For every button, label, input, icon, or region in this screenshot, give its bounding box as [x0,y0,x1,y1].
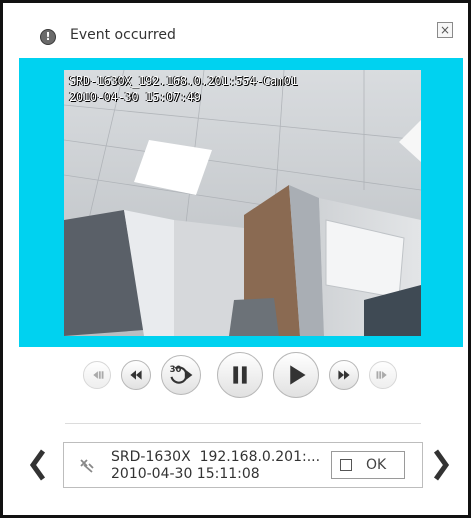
event-time: 2010-04-30 15:11:08 [111,466,260,482]
video-panel: SRD-1630X_192.168.0.201:554-Cam01 2010-0… [19,58,463,347]
fast-forward-icon [338,370,350,380]
chevron-left-icon [29,449,46,481]
ok-button[interactable]: OK [331,451,405,479]
chevron-right-icon [433,449,450,481]
skip-forward-icon [376,371,387,379]
replay-30-icon: 30 [170,365,193,384]
event-device: SRD-1630X [111,449,191,465]
window-title: Event occurred [70,27,176,43]
pause-button[interactable] [217,352,263,398]
ok-label: OK [366,457,387,473]
event-window: ! Event occurred × SRD-1630X_192.168.0.2… [0,0,471,518]
video-frame[interactable]: SRD-1630X_192.168.0.201:554-Cam01 2010-0… [64,70,421,336]
rewind-icon [130,370,142,380]
next-event-button[interactable] [431,447,451,483]
ok-checkbox[interactable] [340,459,352,471]
rewind-button[interactable] [121,360,151,390]
event-device-line: SRD-1630X 192.168.0.201:... [111,449,320,465]
play-button[interactable] [273,352,319,398]
event-item: SRD-1630X 192.168.0.201:... 2010-04-30 1… [63,442,423,488]
skip-back-icon [93,371,104,379]
playback-controls: 30 [3,347,468,405]
divider [65,423,421,424]
event-sensor-icon [80,459,94,473]
title-bar: ! Event occurred × [3,3,468,57]
skip-forward-button[interactable] [369,361,397,389]
video-timestamp: 2010-04-30 15:07:49 [69,90,201,104]
event-address: 192.168.0.201:... [199,449,321,465]
play-icon [290,365,306,385]
previous-event-button[interactable] [28,447,48,483]
pause-icon [233,366,247,384]
alert-icon: ! [40,29,56,45]
replay-30-button[interactable]: 30 [161,355,201,395]
camera-image [64,70,421,336]
close-button[interactable]: × [437,22,453,38]
camera-label: SRD-1630X_192.168.0.201:554-Cam01 [69,74,298,88]
fast-forward-button[interactable] [329,360,359,390]
skip-back-button[interactable] [83,361,111,389]
